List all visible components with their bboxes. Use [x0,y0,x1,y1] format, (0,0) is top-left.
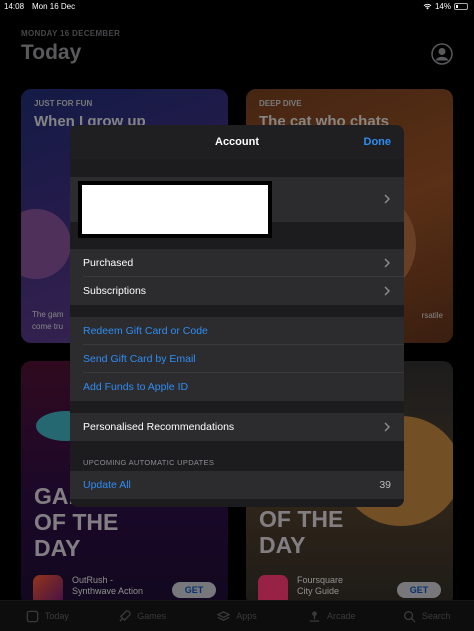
status-date: Mon 16 Dec [32,2,76,11]
updates-section-header: UPCOMING AUTOMATIC UPDATES [83,458,215,467]
sheet-title: Account [215,136,259,148]
purchased-label: Purchased [83,257,134,269]
subscriptions-label: Subscriptions [83,285,147,297]
done-button[interactable]: Done [364,136,392,148]
sheet-header: Account Done [70,125,404,159]
update-count: 39 [379,479,391,491]
battery-icon [454,3,468,10]
recommendations-label: Personalised Recommendations [83,421,235,433]
wifi-icon [423,3,432,10]
recommendations-row[interactable]: Personalised Recommendations [70,413,404,441]
update-all-row[interactable]: Update All 39 [70,471,404,499]
chevron-right-icon [384,286,390,296]
redacted-profile-box [78,181,272,238]
purchased-row[interactable]: Purchased [70,249,404,277]
add-funds-link: Add Funds to Apple ID [83,381,189,393]
chevron-right-icon [384,258,390,268]
send-gift-row[interactable]: Send Gift Card by Email [70,345,404,373]
send-gift-link: Send Gift Card by Email [83,353,196,365]
battery-percent: 14% [434,2,451,11]
redeem-row[interactable]: Redeem Gift Card or Code [70,317,404,345]
update-all-button[interactable]: Update All [83,479,131,491]
status-right: 14% [423,2,468,11]
status-time: 14:08 [4,2,25,11]
account-sheet: Account Done Purchased Subscriptions Red… [70,125,404,507]
add-funds-row[interactable]: Add Funds to Apple ID [70,373,404,401]
chevron-right-icon [384,422,390,432]
status-bar: 14:08 Mon 16 Dec 14% [0,0,474,14]
subscriptions-row[interactable]: Subscriptions [70,277,404,305]
chevron-right-icon [384,194,390,204]
redeem-link: Redeem Gift Card or Code [83,325,208,337]
